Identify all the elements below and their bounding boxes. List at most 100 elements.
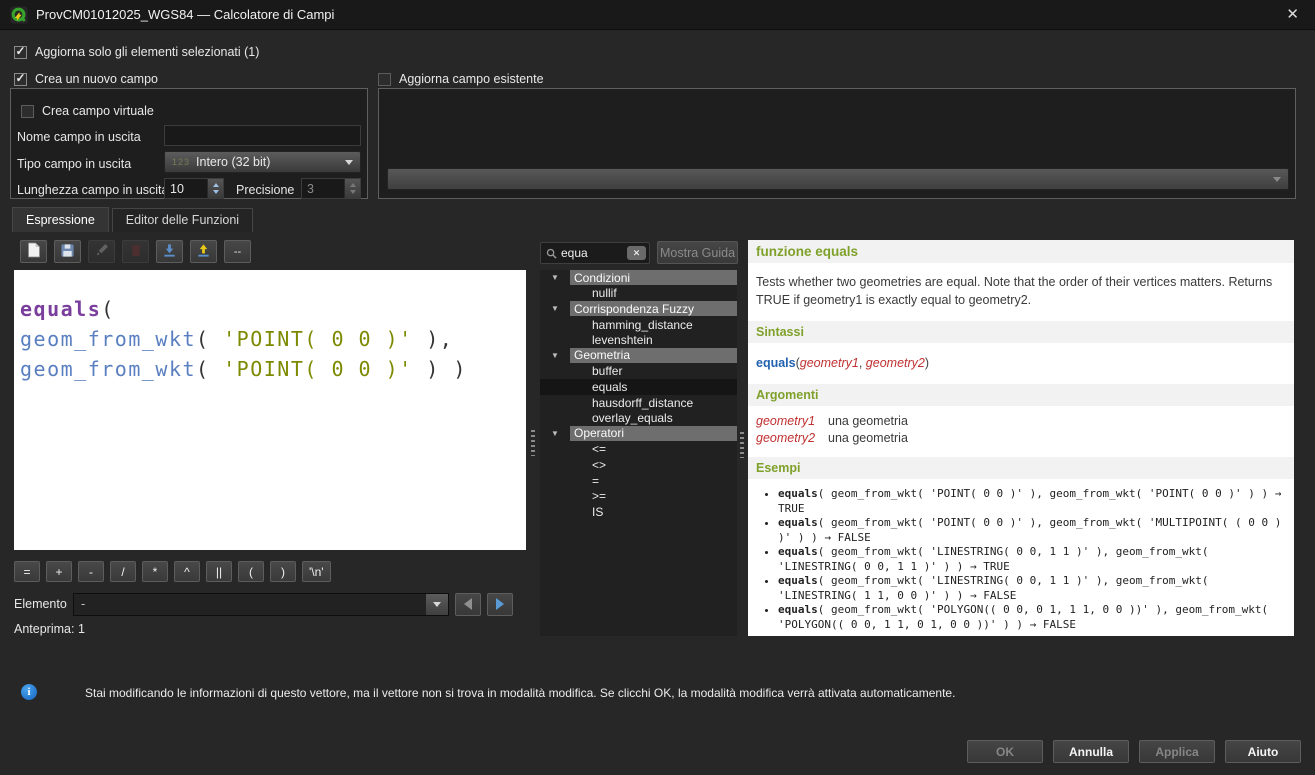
integer-type-icon: 123	[172, 157, 190, 167]
tree-item-op[interactable]: >=	[540, 488, 737, 504]
close-icon[interactable]: ✕	[1280, 5, 1305, 24]
expression-toolbar: --	[20, 240, 251, 263]
output-type-label: Tipo campo in uscita	[17, 157, 131, 171]
clear-search-icon[interactable]: ✕	[627, 246, 646, 260]
tree-group-label: Geometria	[570, 348, 737, 363]
tree-item-op[interactable]: <=	[540, 442, 737, 458]
tree-item-hausdorff-distance[interactable]: hausdorff_distance	[540, 395, 737, 411]
delete-expression-button[interactable]	[122, 240, 149, 263]
tree-item-buffer[interactable]: buffer	[540, 364, 737, 380]
update-existing-checkbox[interactable]	[378, 73, 391, 86]
tree-group-corrispondenza-fuzzy[interactable]: ▼Corrispondenza Fuzzy	[540, 301, 737, 316]
create-new-field-checkbox[interactable]	[14, 73, 27, 86]
search-input[interactable]	[561, 246, 627, 260]
update-selected-checkbox[interactable]	[14, 46, 27, 59]
operator-button-op[interactable]: -	[78, 561, 104, 582]
tree-item-op[interactable]: =	[540, 473, 737, 489]
ok-button[interactable]: OK	[967, 740, 1043, 763]
output-name-input[interactable]	[164, 125, 361, 146]
operator-button-op[interactable]: )	[270, 561, 296, 582]
chevron-down-icon[interactable]: ▼	[540, 304, 570, 313]
operator-button-op[interactable]: +	[46, 561, 72, 582]
tab-espressione[interactable]: Espressione	[12, 207, 109, 232]
examples-heading: Esempi	[748, 457, 1294, 479]
save-expression-button[interactable]	[54, 240, 81, 263]
preview-row: Anteprima: 1	[14, 622, 85, 636]
tree-item-levenshtein[interactable]: levenshtein	[540, 332, 737, 348]
argument-description: una geometria	[828, 431, 908, 445]
operator-button-op[interactable]: ||	[206, 561, 232, 582]
operator-button-op[interactable]: *	[142, 561, 168, 582]
edit-expression-icon	[94, 243, 109, 261]
element-combobox[interactable]: -	[73, 593, 449, 616]
tab-bar: Espressione Editor delle Funzioni	[12, 207, 253, 232]
argument-name: geometry1	[756, 414, 828, 428]
expression-token: geom_from_wkt	[20, 357, 196, 381]
update-existing-row: Aggiorna campo esistente	[378, 71, 544, 87]
aiuto-button[interactable]: Aiuto	[1225, 740, 1301, 763]
tree-item-nullif[interactable]: nullif	[540, 286, 737, 302]
output-length-spinner[interactable]: 10	[164, 178, 224, 199]
examples-list: equals( geom_from_wkt( 'POINT( 0 0 )' ),…	[748, 487, 1294, 632]
annulla-button[interactable]: Annulla	[1053, 740, 1129, 763]
applica-button[interactable]: Applica	[1139, 740, 1215, 763]
spinner-arrows-icon[interactable]	[207, 179, 223, 198]
field-calculator-dialog: { "window": { "title": "ProvCM01012025_W…	[0, 0, 1315, 775]
tree-group-geometria[interactable]: ▼Geometria	[540, 348, 737, 363]
operator-button-op[interactable]: (	[238, 561, 264, 582]
precision-spinner[interactable]: 3	[301, 178, 361, 199]
arrow-left-icon	[464, 598, 472, 610]
function-search: ✕	[540, 242, 650, 264]
example-code: ( geom_from_wkt( 'POINT( 0 0 )' ), geom_…	[818, 487, 1268, 500]
import-expression-button[interactable]	[156, 240, 183, 263]
output-type-value: Intero (32 bit)	[196, 155, 270, 169]
example-item: equals( geom_from_wkt( 'POLYGON(( 0 0, 0…	[778, 603, 1294, 632]
existing-field-combobox[interactable]	[387, 168, 1289, 190]
chevron-down-icon[interactable]: ▼	[540, 273, 570, 282]
tree-item-op[interactable]: <>	[540, 457, 737, 473]
new-field-groupbox: Crea campo virtuale Nome campo in uscita…	[10, 88, 368, 199]
export-expression-button[interactable]	[190, 240, 217, 263]
operator-button-op[interactable]: =	[14, 561, 40, 582]
chevron-down-icon	[345, 160, 353, 165]
chevron-down-icon[interactable]	[426, 594, 448, 615]
tree-item-overlay-equals[interactable]: overlay_equals	[540, 410, 737, 426]
chevron-down-icon[interactable]: ▼	[540, 429, 570, 438]
element-value: -	[74, 597, 85, 611]
expression-token: geom_from_wkt	[20, 327, 196, 351]
previous-element-button[interactable]	[455, 593, 481, 616]
tree-item-hamming-distance[interactable]: hamming_distance	[540, 317, 737, 333]
tree-item-is[interactable]: IS	[540, 504, 737, 520]
operator-button-op[interactable]: ^	[174, 561, 200, 582]
operator-buttons: = +-/ * ^ || () '\n'	[14, 561, 331, 582]
existing-field-groupbox	[378, 88, 1296, 199]
dash-expression-button[interactable]: --	[224, 240, 251, 263]
output-length-value: 10	[165, 182, 184, 196]
operator-button-op[interactable]: /	[110, 561, 136, 582]
tree-group-operatori[interactable]: ▼Operatori	[540, 426, 737, 441]
new-expression-button[interactable]	[20, 240, 47, 263]
splitter-handle[interactable]	[740, 432, 744, 458]
expression-editor[interactable]: equals(geom_from_wkt( 'POINT( 0 0 )' ),g…	[14, 270, 526, 550]
next-element-button[interactable]	[487, 593, 513, 616]
edit-expression-button[interactable]	[88, 240, 115, 263]
splitter-handle[interactable]	[531, 430, 535, 456]
update-selected-label: Aggiorna solo gli elementi selezionati (…	[35, 45, 259, 59]
tree-group-condizioni[interactable]: ▼Condizioni	[540, 270, 737, 285]
tree-item-equals[interactable]: equals	[540, 379, 737, 395]
chevron-down-icon[interactable]: ▼	[540, 351, 570, 360]
import-expression-icon	[162, 243, 177, 261]
argument-row: geometry1una geometria	[756, 414, 1286, 428]
preview-label: Anteprima:	[14, 622, 74, 636]
show-help-button[interactable]: Mostra Guida	[657, 241, 738, 264]
create-new-field-label: Crea un nuovo campo	[35, 72, 158, 86]
example-result: → TRUE	[963, 560, 1009, 573]
expression-token: equals	[20, 297, 101, 321]
qgis-logo-icon	[10, 6, 28, 24]
function-tree: ▼Condizioninullif▼Corrispondenza Fuzzyha…	[540, 270, 737, 636]
tab-editor-delle-funzioni[interactable]: Editor delle Funzioni	[112, 208, 253, 232]
operator-button-n[interactable]: '\n'	[302, 561, 331, 582]
output-type-combobox[interactable]: 123 Intero (32 bit)	[164, 151, 361, 173]
virtual-field-checkbox[interactable]	[21, 105, 34, 118]
expression-token: (	[101, 297, 115, 321]
